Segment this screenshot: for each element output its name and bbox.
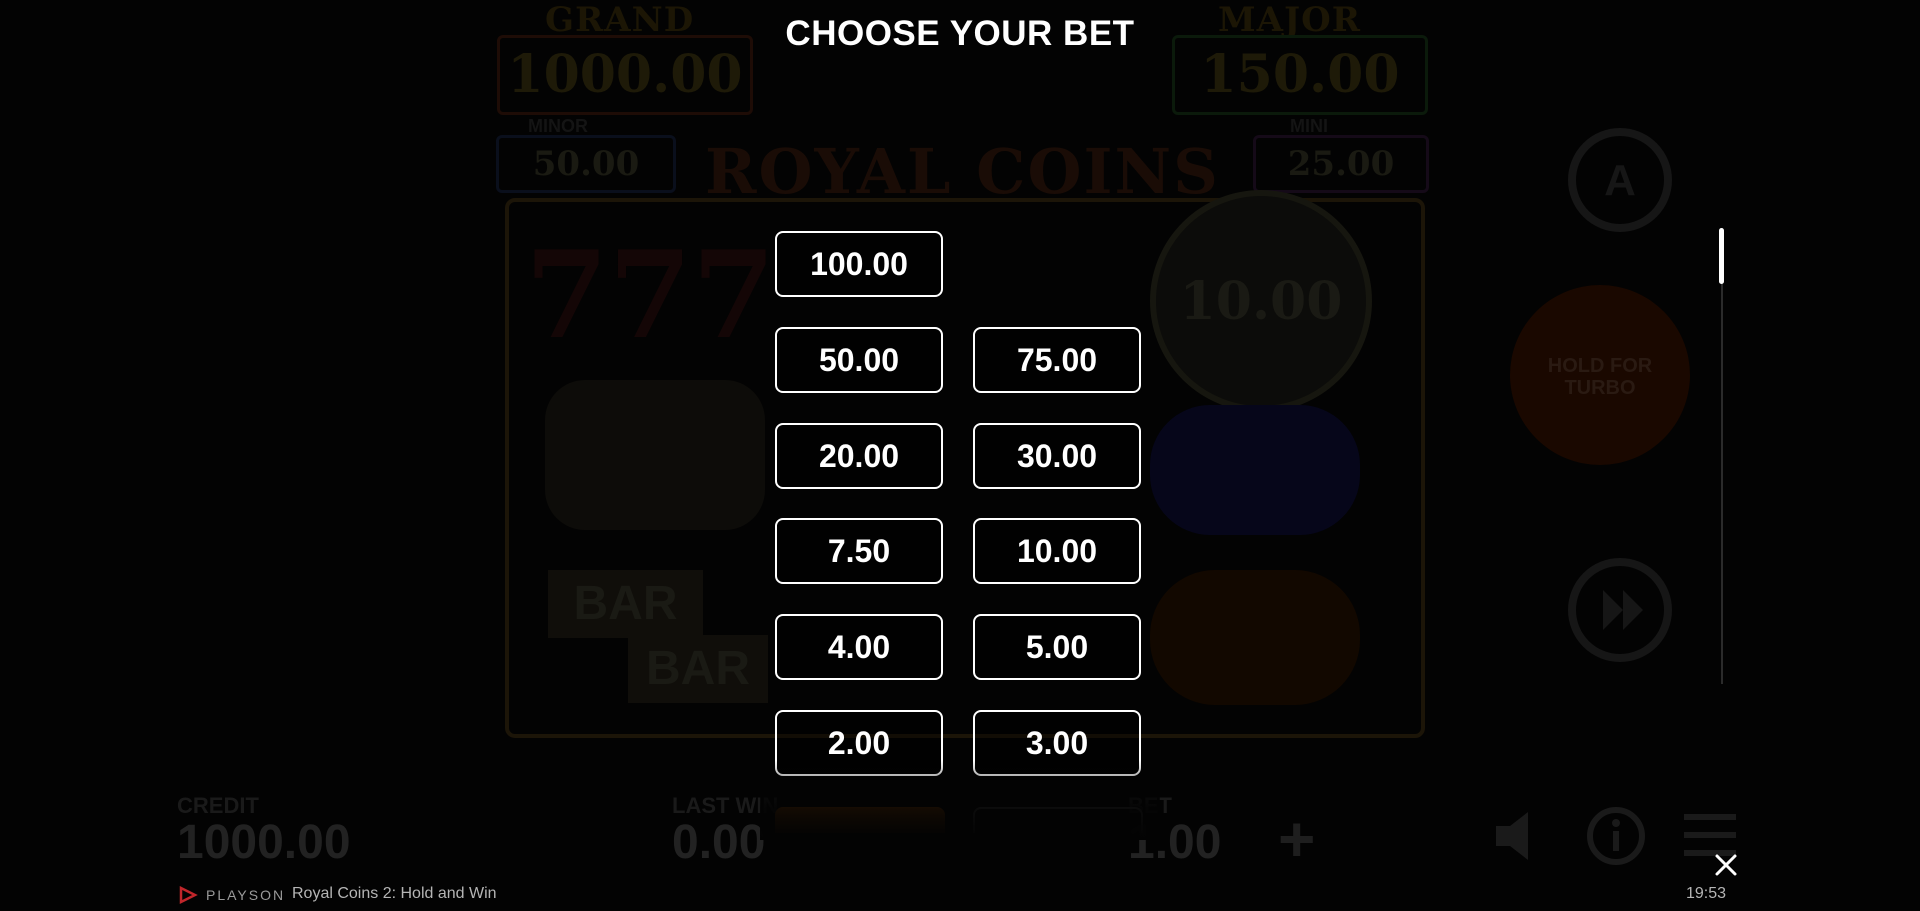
seven-symbol: 777 <box>525 225 776 366</box>
autoplay-icon[interactable]: A <box>1555 120 1685 240</box>
playson-logo-icon <box>179 886 198 904</box>
orange-symbol <box>1150 570 1360 705</box>
sound-icon[interactable] <box>1490 808 1554 864</box>
coin-symbol: 10.00 <box>1150 190 1372 412</box>
turbo-label: HOLD FOR TURBO <box>1547 355 1653 399</box>
bet-option-75[interactable]: 75.00 <box>973 327 1141 393</box>
plus-icon[interactable]: + <box>1278 802 1315 876</box>
minor-label: MINOR <box>528 116 588 136</box>
bet-option-30[interactable]: 30.00 <box>973 423 1141 489</box>
close-icon[interactable] <box>1713 852 1739 878</box>
bet-option-selected-partial[interactable] <box>775 807 945 833</box>
bar-symbol: BAR <box>548 570 703 638</box>
scrollbar-track[interactable] <box>1721 228 1723 684</box>
bet-option-2[interactable]: 2.00 <box>775 710 943 776</box>
footer-brand-name: PLAYSON <box>206 887 286 903</box>
fast-forward-icon[interactable] <box>1565 555 1675 665</box>
mini-label: MINI <box>1290 116 1328 136</box>
bet-option-7-50[interactable]: 7.50 <box>775 518 943 584</box>
footer-brand: PLAYSON <box>178 886 285 904</box>
minor-value: 50.00 <box>496 135 676 193</box>
footer-clock: 19:53 <box>1686 885 1727 902</box>
bar-symbol-2: BAR <box>628 635 768 703</box>
bet-option-partial[interactable] <box>973 807 1143 833</box>
bet-option-3[interactable]: 3.00 <box>973 710 1141 776</box>
info-icon[interactable] <box>1586 806 1646 866</box>
plum-symbol <box>1150 405 1360 535</box>
bet-option-50[interactable]: 50.00 <box>775 327 943 393</box>
bet-option-4[interactable]: 4.00 <box>775 614 943 680</box>
mini-value: 25.00 <box>1253 135 1429 193</box>
footer-game-name: Royal Coins 2: Hold and Win <box>292 885 497 902</box>
bet-option-20[interactable]: 20.00 <box>775 423 943 489</box>
bell-symbol <box>545 380 765 530</box>
svg-text:A: A <box>1604 156 1636 205</box>
bet-option-100[interactable]: 100.00 <box>775 231 943 297</box>
spin-button[interactable]: HOLD FOR TURBO <box>1510 285 1690 465</box>
scrollbar-thumb[interactable] <box>1719 228 1724 284</box>
game-background: GRAND 1000.00 MAJOR 150.00 MINOR 50.00 M… <box>0 0 1920 911</box>
modal-title: CHOOSE YOUR BET <box>785 14 1135 53</box>
bet-option-5[interactable]: 5.00 <box>973 614 1141 680</box>
last-win-value: 0.00 <box>672 816 766 869</box>
credit-value: 1000.00 <box>177 816 351 869</box>
bet-option-10[interactable]: 10.00 <box>973 518 1141 584</box>
